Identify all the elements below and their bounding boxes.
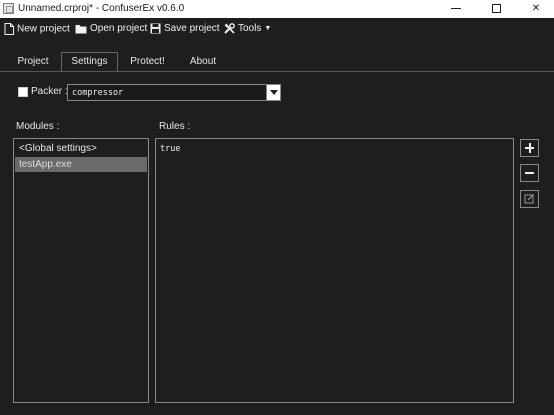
minimize-button[interactable] [438,0,474,18]
new-document-icon [4,23,14,35]
module-item-global-settings[interactable]: <Global settings> [15,141,147,156]
tab-about[interactable]: About [178,53,228,72]
remove-rule-button[interactable] [520,164,539,182]
tab-divider [0,71,554,72]
packer-checkbox[interactable] [18,87,28,97]
app-icon [3,3,14,14]
tab-project[interactable]: Project [8,53,58,72]
save-project-button[interactable]: Save project [150,23,220,39]
new-project-button[interactable]: New project [4,23,70,39]
rule-item[interactable]: true [160,144,180,154]
window-title: Unnamed.crproj* - ConfuserEx v0.6.0 [18,3,185,14]
edit-pencil-icon [524,194,534,204]
edit-rule-button[interactable] [520,190,539,208]
chevron-down-icon: ▼ [264,25,272,32]
add-rule-button[interactable] [520,139,539,157]
module-item-testapp[interactable]: testApp.exe [15,157,147,172]
minimize-icon [451,7,461,9]
tab-protect[interactable]: Protect! [120,53,175,72]
tools-label: Tools [238,23,262,34]
folder-icon [75,24,87,33]
maximize-button[interactable] [478,0,514,18]
rules-list[interactable]: true [155,138,514,403]
tools-menu-button[interactable]: Tools ▼ [224,23,271,39]
tab-bar: Project Settings Protect! About [0,52,554,72]
tab-settings[interactable]: Settings [61,52,118,72]
wrench-screwdriver-icon [224,23,235,34]
open-project-label: Open project [90,23,148,34]
new-project-label: New project [17,23,70,35]
title-bar[interactable]: Unnamed.crproj* - ConfuserEx v0.6.0 ✕ [0,0,554,18]
packer-label: Packer : [31,86,68,97]
rules-label: Rules : [159,121,191,132]
dropdown-arrow-icon[interactable] [266,85,280,100]
toolbar: New project Open project Save project To… [0,19,554,44]
maximize-icon [491,3,501,13]
packer-selected-value: compressor [72,88,124,98]
open-project-button[interactable]: Open project [75,23,147,39]
modules-label: Modules : [16,121,60,132]
packer-select[interactable]: compressor [67,84,281,101]
floppy-disk-icon [150,23,161,34]
modules-list[interactable]: <Global settings> testApp.exe [13,138,149,403]
close-button[interactable]: ✕ [518,0,554,18]
close-icon: ✕ [531,3,541,14]
save-project-label: Save project [164,23,220,34]
